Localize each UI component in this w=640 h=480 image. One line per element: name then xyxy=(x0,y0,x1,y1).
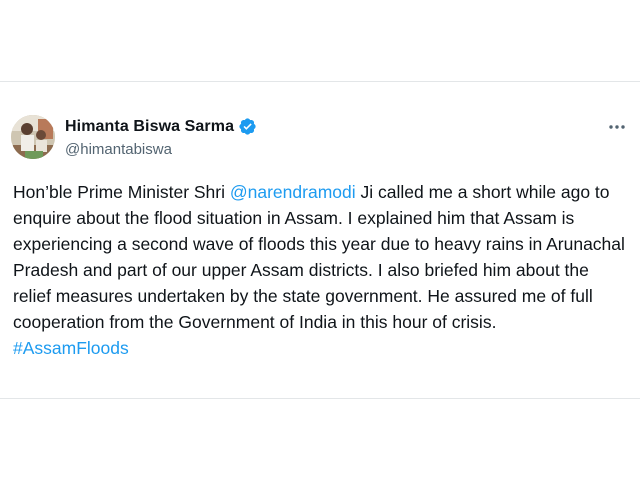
author-handle[interactable]: @himantabiswa xyxy=(65,141,172,158)
verified-badge-icon xyxy=(238,117,257,136)
mention-link[interactable]: @narendramodi xyxy=(230,182,356,202)
tweet-card[interactable]: Himanta Biswa Sarma @himantabiswa Hon’bl… xyxy=(0,81,640,399)
tweet-text: Hon’ble Prime Minister Shri @narendramod… xyxy=(13,179,631,361)
author-avatar[interactable] xyxy=(11,115,55,159)
more-horizontal-icon xyxy=(609,125,625,129)
tweet-text-part-2: Ji called me a short while ago to enquir… xyxy=(13,182,625,332)
hashtag-link[interactable]: #AssamFloods xyxy=(13,338,129,358)
author-name[interactable]: Himanta Biswa Sarma xyxy=(65,118,234,136)
tweet-text-part-1: Hon’ble Prime Minister Shri xyxy=(13,182,230,202)
avatar-image xyxy=(11,115,55,159)
author-name-row: Himanta Biswa Sarma xyxy=(65,117,257,136)
more-options-button[interactable] xyxy=(606,116,628,138)
